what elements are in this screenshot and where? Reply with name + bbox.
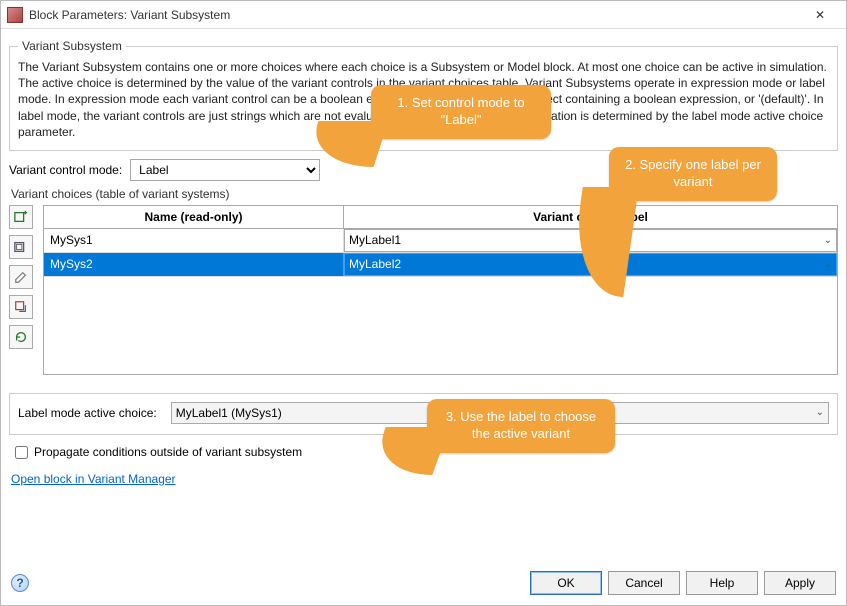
close-button[interactable]: ✕ <box>800 2 840 28</box>
open-variant-manager-link[interactable]: Open block in Variant Manager <box>11 472 176 486</box>
control-mode-label: Variant control mode: <box>9 163 122 177</box>
table-row[interactable]: MySys1 MyLabel1 ⌄ <box>44 229 837 253</box>
active-choice-value: MyLabel1 (MySys1) <box>176 406 282 420</box>
chevron-down-icon: ⌄ <box>824 235 832 246</box>
cancel-button[interactable]: Cancel <box>608 571 680 595</box>
variant-choices-table: Name (read-only) Variant control label M… <box>43 205 838 375</box>
table-row[interactable]: MySys2 MyLabel2 ⌄ <box>44 253 837 277</box>
callout-2: 2. Specify one label per variant <box>609 147 777 201</box>
ok-button[interactable]: OK <box>530 571 602 595</box>
control-mode-select[interactable]: Label <box>130 159 320 181</box>
propagate-checkbox[interactable] <box>15 446 28 459</box>
window-title: Block Parameters: Variant Subsystem <box>29 8 800 22</box>
active-choice-label: Label mode active choice: <box>18 406 157 420</box>
open-button[interactable] <box>9 295 33 319</box>
add-model-icon <box>14 240 28 254</box>
chevron-down-icon: ⌄ <box>824 259 832 270</box>
variant-label-value: MyLabel1 <box>349 233 401 247</box>
propagate-label: Propagate conditions outside of variant … <box>34 445 302 459</box>
close-icon: ✕ <box>815 8 825 22</box>
add-model-button[interactable] <box>9 235 33 259</box>
table-header: Name (read-only) Variant control label <box>44 206 837 229</box>
cell-name: MySys2 <box>44 253 344 276</box>
dialog-body: Variant Subsystem The Variant Subsystem … <box>1 29 846 567</box>
app-icon <box>7 7 23 23</box>
add-subsystem-icon <box>14 210 28 224</box>
help-icon[interactable]: ? <box>11 574 29 592</box>
edit-button[interactable] <box>9 265 33 289</box>
callout-1: 1. Set control mode to "Label" <box>371 85 551 139</box>
chevron-down-icon: ⌄ <box>816 407 824 418</box>
apply-button[interactable]: Apply <box>764 571 836 595</box>
refresh-button[interactable] <box>9 325 33 349</box>
variant-label-value: MyLabel2 <box>349 257 401 271</box>
callout-3: 3. Use the label to choose the active va… <box>427 399 615 453</box>
help-button[interactable]: Help <box>686 571 758 595</box>
choices-area: Name (read-only) Variant control label M… <box>9 205 838 375</box>
open-icon <box>14 300 28 314</box>
col-name-header: Name (read-only) <box>44 206 344 228</box>
refresh-icon <box>14 330 28 344</box>
group-heading: Variant Subsystem <box>18 39 126 53</box>
table-toolbar <box>9 205 37 375</box>
edit-icon <box>14 270 28 284</box>
titlebar: Block Parameters: Variant Subsystem ✕ <box>1 1 846 29</box>
add-subsystem-button[interactable] <box>9 205 33 229</box>
dialog-footer: ? OK Cancel Help Apply <box>1 567 846 605</box>
dialog-window: Block Parameters: Variant Subsystem ✕ Va… <box>0 0 847 606</box>
cell-name: MySys1 <box>44 229 344 252</box>
